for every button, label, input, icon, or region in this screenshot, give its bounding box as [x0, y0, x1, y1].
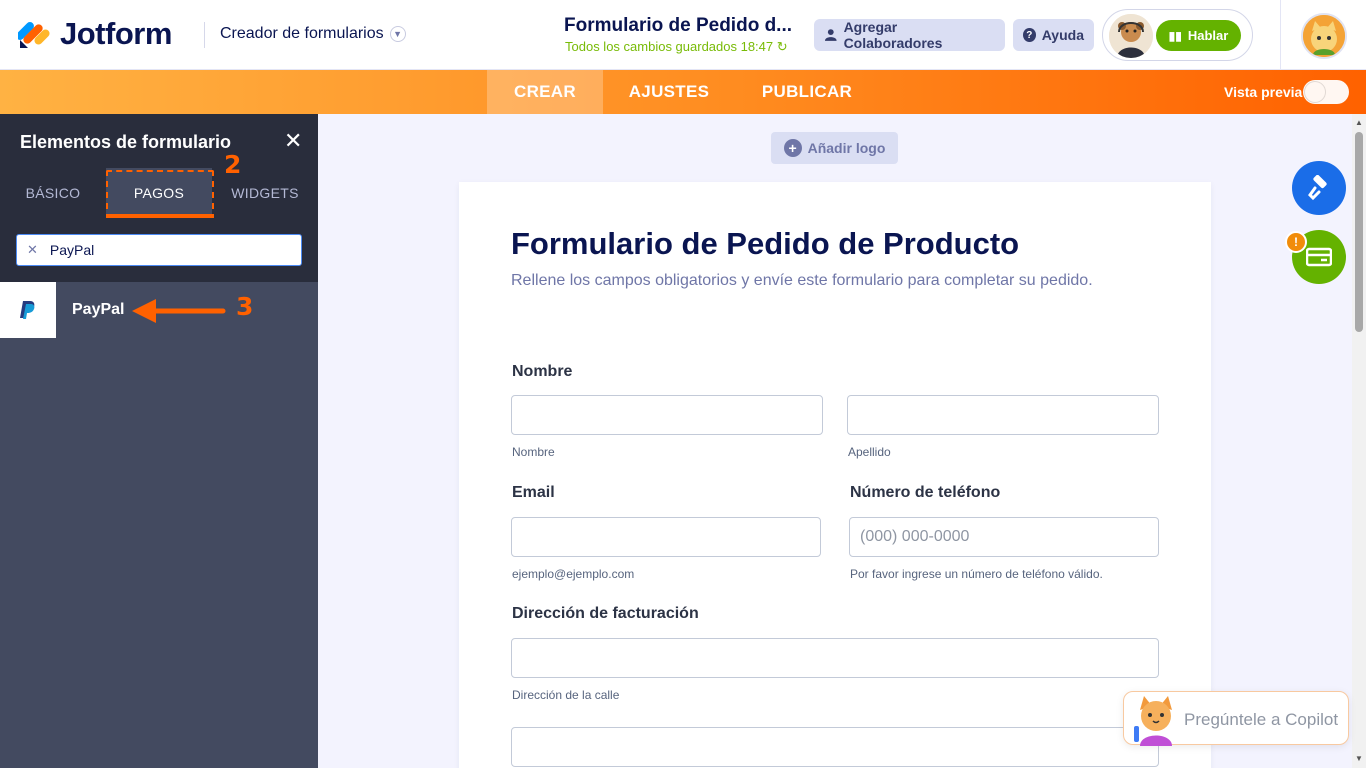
form-subheading[interactable]: Rellene los campos obligatorios y envíe … [511, 272, 1093, 290]
jotform-logo-icon [18, 22, 50, 48]
logo-text: Jotform [60, 16, 172, 51]
phone-field[interactable] [849, 517, 1159, 557]
street-address-hint: Dirección de la calle [512, 688, 620, 702]
voice-bars-icon: ▮▮ [1168, 28, 1182, 43]
email-input[interactable] [512, 518, 820, 556]
form-elements-panel: Elementos de formulario ✕ BÁSICO PAGOS W… [0, 114, 318, 768]
element-search-field: ✕ [16, 234, 302, 266]
search-wrapper: ✕ [0, 218, 318, 282]
plus-icon: + [783, 139, 802, 157]
agent-avatar[interactable] [1109, 14, 1153, 58]
copilot-button[interactable]: Pregúntele a Copilot [1123, 691, 1349, 746]
help-icon: ? [1023, 28, 1036, 42]
canvas-scrollbar[interactable]: ▲ ▼ [1352, 114, 1366, 768]
email-field[interactable] [511, 517, 821, 557]
agent-avatar-icon [1109, 14, 1153, 58]
email-label: Email [512, 484, 555, 501]
last-name-hint: Apellido [848, 445, 891, 459]
credit-card-icon [1306, 247, 1332, 267]
help-button[interactable]: ? Ayuda [1013, 19, 1094, 51]
panel-header: Elementos de formulario ✕ [0, 114, 318, 168]
paypal-icon [0, 282, 56, 338]
copilot-cat-icon [1134, 696, 1172, 746]
element-search-input[interactable] [49, 242, 270, 258]
tab-pagos[interactable]: PAGOS [106, 168, 212, 218]
add-collaborators-button[interactable]: Agregar Colaboradores [814, 19, 1005, 51]
preview-toggle[interactable] [1303, 80, 1349, 104]
add-logo-label: Añadir logo [807, 140, 886, 156]
phone-label: Número de teléfono [850, 484, 1001, 501]
user-icon [824, 29, 837, 41]
jotform-logo[interactable]: Jotform [18, 16, 172, 52]
panel-title: Elementos de formulario [20, 132, 232, 152]
last-name-field[interactable] [847, 395, 1159, 435]
ai-agent-widget: ▮▮ Hablar [1102, 9, 1253, 61]
top-header: Jotform Creador de formularios ▼ Formula… [0, 0, 1366, 70]
form-designer-button[interactable] [1292, 161, 1346, 215]
form-builder-label: Creador de formularios [220, 25, 384, 42]
help-label: Ayuda [1041, 27, 1084, 43]
builder-nav: CREAR AJUSTES PUBLICAR [0, 70, 1366, 114]
user-avatar[interactable] [1301, 13, 1347, 59]
form-title[interactable]: Formulario de Pedido d... [564, 15, 800, 37]
scroll-up-icon[interactable]: ▲ [1355, 118, 1363, 127]
first-name-hint: Nombre [512, 445, 555, 459]
paint-roller-icon [1308, 175, 1327, 201]
save-status-text: Todos los cambios guardados 18:47 [565, 39, 774, 54]
element-paypal-label: PayPal [72, 301, 125, 318]
copilot-label: Pregúntele a Copilot [1184, 710, 1339, 729]
user-avatar-icon [1303, 15, 1345, 57]
preview-label: Vista previa [1224, 84, 1303, 100]
last-name-input[interactable] [848, 396, 1158, 434]
add-collaborators-label: Agregar Colaboradores [843, 19, 943, 51]
email-hint: ejemplo@ejemplo.com [512, 567, 635, 581]
first-name-input[interactable] [512, 396, 822, 434]
street-address-line2-input[interactable] [512, 728, 1158, 766]
phone-input[interactable] [850, 518, 1158, 556]
header-divider [204, 22, 205, 48]
name-label: Nombre [512, 363, 573, 380]
talk-button[interactable]: ▮▮ Hablar [1156, 20, 1241, 51]
clear-search-icon[interactable]: ✕ [27, 242, 38, 258]
billing-address-label: Dirección de facturación [512, 605, 699, 622]
panel-tabs: BÁSICO PAGOS WIDGETS [0, 168, 318, 218]
app-window: Jotform Creador de formularios ▼ Formula… [0, 0, 1366, 768]
form-heading[interactable]: Formulario de Pedido de Producto [511, 226, 1019, 262]
form-card [459, 182, 1211, 768]
annotation-number-3: 3 [236, 292, 254, 321]
form-builder-menu[interactable]: Creador de formularios ▼ [220, 25, 406, 43]
close-icon[interactable]: ✕ [284, 130, 302, 152]
first-name-field[interactable] [511, 395, 823, 435]
street-address-line2-field[interactable] [511, 727, 1159, 767]
phone-hint: Por favor ingrese un número de teléfono … [850, 567, 1103, 581]
warning-badge: ! [1285, 231, 1307, 253]
toggle-knob [1305, 82, 1325, 102]
street-address-input[interactable] [512, 639, 1158, 677]
annotation-number-2: 2 [224, 150, 242, 179]
header-divider-right [1280, 0, 1281, 70]
save-status: Todos los cambios guardados 18:47 ↻ [565, 39, 788, 55]
add-logo-button[interactable]: + Añadir logo [771, 132, 898, 164]
street-address-field[interactable] [511, 638, 1159, 678]
scrollbar-thumb[interactable] [1355, 132, 1363, 332]
tab-crear[interactable]: CREAR [487, 70, 603, 114]
chevron-down-icon: ▼ [389, 26, 406, 42]
refresh-icon: ↻ [776, 39, 788, 54]
annotation-arrow-icon [132, 299, 226, 323]
tab-publicar[interactable]: PUBLICAR [747, 70, 867, 114]
tab-ajustes[interactable]: AJUSTES [613, 70, 725, 114]
tab-basico[interactable]: BÁSICO [0, 168, 106, 218]
talk-label: Hablar [1187, 28, 1229, 43]
scroll-down-icon[interactable]: ▼ [1355, 754, 1363, 763]
